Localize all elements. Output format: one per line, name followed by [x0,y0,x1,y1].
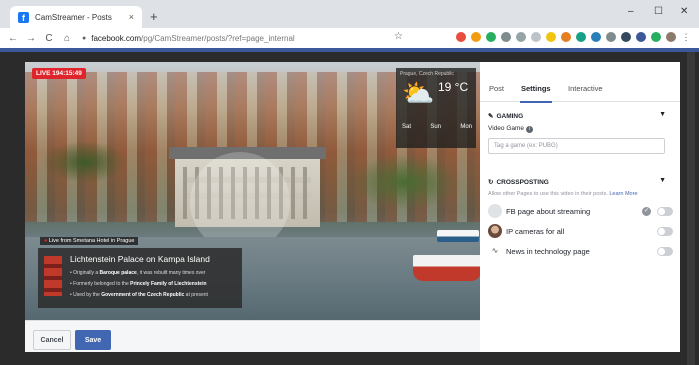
chevron-down-icon[interactable]: ▼ [659,177,666,184]
url-path: /pg/CamStreamer/posts/?ref=page_internal [141,33,295,43]
weather-location: Prague, Czech Republic [400,71,454,77]
video-game-label: Video Game i [488,125,533,133]
dialog-footer: Cancel Save [25,320,480,352]
page-avatar [488,224,502,238]
crosspost-page-row[interactable]: IP cameras for all [488,223,673,239]
settings-panel: Post Settings Interactive ✎ GAMING ▼ Vid… [480,62,680,352]
partly-cloudy-icon: ⛅ [402,78,435,108]
location-tag: ● Live from Smetana Hotel in Prague [40,237,139,245]
extension-icon[interactable] [651,32,661,42]
cancel-button[interactable]: Cancel [33,330,71,350]
tab-post[interactable]: Post [489,84,504,93]
url-host: facebook.com [91,33,142,43]
extension-icon[interactable] [486,32,496,42]
forecast-day: Mon [460,124,472,130]
crosspost-page-row[interactable]: FB page about streaming ✓ [488,203,673,219]
extension-icon[interactable] [471,32,481,42]
live-dot-icon: ● [44,238,48,244]
address-bar[interactable]: ● facebook.com /pg/CamStreamer/posts/?re… [82,34,295,43]
info-icon[interactable]: i [525,126,533,133]
caption-item: • Formerly belonged to the Princely Fami… [70,281,207,287]
more-menu-icon[interactable]: ⋮ [681,32,691,42]
crosspost-toggle[interactable] [657,246,673,256]
page-name: FB page about streaming [506,206,591,216]
crosspost-page-row[interactable]: ∿ News in technology page [488,243,673,259]
verified-check-icon: ✓ [642,206,651,216]
weather-forecast: Sat Sun Mon [402,124,472,130]
active-tab-indicator [520,101,552,103]
tab-title: CamStreamer - Posts [35,12,112,22]
crossposting-section-heading[interactable]: ↻ CROSSPOSTING [488,178,549,187]
forecast-day: Sat [402,124,412,130]
tab-settings[interactable]: Settings [521,84,551,93]
caption-list: • Originally a Baroque palace, it was re… [70,268,208,301]
extension-icon[interactable] [621,32,631,42]
caption-thumbnail [44,256,62,296]
weather-widget: Prague, Czech Republic ⛅ 19 °C Sat Sun M… [396,68,476,148]
crosspost-toggle[interactable] [657,226,673,236]
navigation-bar: ← → C ⌂ ● facebook.com /pg/CamStreamer/p… [0,28,699,48]
forward-icon[interactable]: → [26,33,36,44]
caption-item: • Used by the Government of the Czech Re… [70,292,208,298]
home-icon[interactable]: ⌂ [62,33,72,44]
extension-icon[interactable] [636,32,646,42]
crosspost-icon: ↻ [488,179,494,186]
page-name: IP cameras for all [506,226,565,236]
browser-tab[interactable]: f CamStreamer - Posts × [10,6,142,28]
facebook-favicon-icon: f [18,11,29,23]
back-icon[interactable]: ← [8,33,18,44]
tab-interactive[interactable]: Interactive [568,84,603,93]
tab-close-icon[interactable]: × [129,12,134,22]
weather-temperature: 19 °C [438,80,469,94]
location-tag-text: Live from Smetana Hotel in Prague [48,238,135,244]
extension-icon[interactable] [546,32,556,42]
new-tab-button[interactable]: + [150,9,158,24]
extensions-bar: ⋮ [456,32,691,42]
boat [437,230,479,242]
lock-icon: ● [82,34,87,42]
gaming-section-heading[interactable]: ✎ GAMING [488,112,523,121]
bookmark-star-icon[interactable]: ☆ [394,31,403,42]
page-scrollbar[interactable] [687,52,695,365]
save-button[interactable]: Save [75,330,111,350]
close-window-button[interactable]: ✕ [680,6,688,17]
caption-item: • Originally a Baroque palace, it was re… [70,270,206,276]
reload-icon[interactable]: C [44,33,54,44]
boat [413,255,480,281]
crosspost-toggle[interactable] [657,206,673,216]
extension-icon[interactable] [456,32,466,42]
extension-icon[interactable] [516,32,526,42]
chevron-down-icon[interactable]: ▼ [659,111,666,118]
extension-icon[interactable] [576,32,586,42]
extension-icon[interactable] [591,32,601,42]
extension-icon[interactable] [561,32,571,42]
learn-more-link[interactable]: Learn More [609,191,637,197]
crossposting-help: Allow other Pages to use this video in t… [488,191,638,197]
gamepad-icon: ✎ [488,113,494,120]
page-name: News in technology page [506,246,590,256]
live-badge: LIVE 194:15:49 [32,68,86,79]
extension-icon[interactable] [501,32,511,42]
minimize-button[interactable]: – [628,6,634,17]
video-game-input[interactable]: Tag a game (ex: PUBG) [488,138,665,154]
maximize-button[interactable]: ☐ [654,6,663,17]
extension-icon[interactable] [606,32,616,42]
signal-icon: ∿ [488,244,502,258]
info-caption: Lichtenstein Palace on Kampa Island • Or… [38,248,242,308]
caption-title: Lichtenstein Palace on Kampa Island [70,254,210,264]
extension-icon[interactable] [531,32,541,42]
profile-avatar[interactable] [666,32,676,42]
forecast-day: Sun [430,124,442,130]
page-avatar [488,204,502,218]
panel-tabs: Post Settings Interactive [480,62,680,103]
